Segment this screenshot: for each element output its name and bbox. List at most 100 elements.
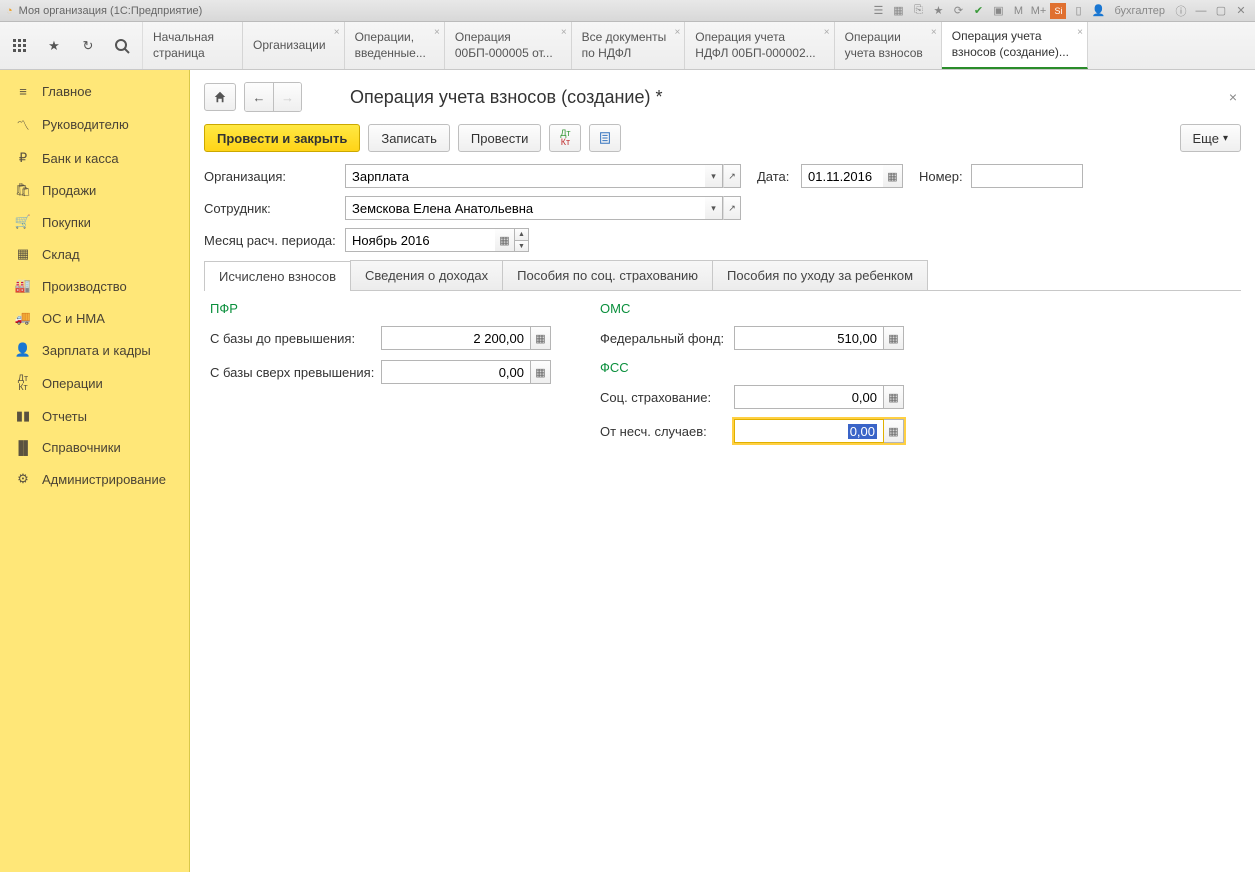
apps-icon[interactable]: [8, 34, 32, 58]
date-field[interactable]: ▦: [801, 164, 903, 188]
spin-down-icon[interactable]: ▼: [515, 240, 529, 252]
tab-organizations[interactable]: Организации×: [243, 22, 345, 69]
employee-input[interactable]: [345, 196, 705, 220]
open-ref-icon[interactable]: ↗: [723, 196, 741, 220]
sys-icon[interactable]: ⎘: [910, 3, 926, 19]
nav-warehouse[interactable]: ▦Склад: [0, 238, 189, 270]
calendar-icon[interactable]: ▦: [883, 164, 903, 188]
page-toolbar: ← → Операция учета взносов (создание) * …: [204, 82, 1241, 112]
nav-operations[interactable]: ДтКтОперации: [0, 366, 189, 400]
forward-button[interactable]: →: [273, 83, 301, 111]
accident-field-focused[interactable]: 0,00 ▦: [734, 419, 904, 443]
org-combo[interactable]: ▾ ↗: [345, 164, 741, 188]
nav-bank[interactable]: ₽Банк и касса: [0, 142, 189, 174]
base-before-input[interactable]: [381, 326, 531, 350]
soc-ins-input[interactable]: [734, 385, 884, 409]
sys-icon[interactable]: ▣: [990, 3, 1006, 19]
save-button[interactable]: Записать: [368, 124, 450, 152]
nav-main[interactable]: ≡Главное: [0, 76, 189, 107]
nav-hr[interactable]: 👤Зарплата и кадры: [0, 334, 189, 366]
minimize-icon[interactable]: —: [1193, 3, 1209, 19]
dtkt-icon: ДтКт: [14, 374, 32, 392]
sys-icon[interactable]: M+: [1030, 3, 1046, 19]
panel-close-button[interactable]: ×: [1225, 85, 1241, 109]
system-title-bar: ◔ Моя организация (1С:Предприятие) ☰ ▦ ⎘…: [0, 0, 1255, 22]
calculator-icon[interactable]: ▦: [531, 326, 551, 350]
app-logo-icon: ◔: [6, 5, 13, 17]
tab-close-icon[interactable]: ×: [334, 26, 340, 39]
tab-operation-00bp5[interactable]: Операция00БП-000005 от...×: [445, 22, 572, 69]
history-icon[interactable]: ↻: [76, 34, 100, 58]
tab-close-icon[interactable]: ×: [561, 26, 567, 39]
sys-icon[interactable]: Si: [1050, 3, 1066, 19]
number-input[interactable]: [971, 164, 1083, 188]
tab-close-icon[interactable]: ×: [434, 26, 440, 39]
spin-up-icon[interactable]: ▲: [515, 228, 529, 240]
calculator-icon[interactable]: ▦: [531, 360, 551, 384]
base-over-input[interactable]: [381, 360, 531, 384]
nav-directories[interactable]: ▐▌Справочники: [0, 432, 189, 463]
open-ref-icon[interactable]: ↗: [723, 164, 741, 188]
factory-icon: 🏭: [14, 278, 32, 294]
dropdown-icon[interactable]: ▾: [705, 196, 723, 220]
tab-close-icon[interactable]: ×: [674, 26, 680, 39]
nav-manager[interactable]: 〽Руководителю: [0, 107, 189, 142]
sys-icon[interactable]: ▦: [890, 3, 906, 19]
bars-icon: ▮▮: [14, 408, 32, 424]
subtab-childcare[interactable]: Пособия по уходу за ребенком: [712, 260, 928, 290]
tab-close-icon[interactable]: ×: [824, 26, 830, 39]
tab-contrib-create[interactable]: Операция учетавзносов (создание)...×: [942, 22, 1088, 69]
dtkt-button[interactable]: ДтКт: [549, 124, 581, 152]
nav-sales[interactable]: 🛍Продажи: [0, 174, 189, 206]
post-button[interactable]: Провести: [458, 124, 542, 152]
nav-reports[interactable]: ▮▮Отчеты: [0, 400, 189, 432]
tab-content: ПФР С базы до превышения: ▦ С базы сверх…: [204, 291, 1241, 463]
document-button[interactable]: [589, 124, 621, 152]
org-input[interactable]: [345, 164, 705, 188]
fed-fund-input[interactable]: [734, 326, 884, 350]
tab-ndfl-docs[interactable]: Все документыпо НДФЛ×: [572, 22, 686, 69]
close-icon[interactable]: ✕: [1233, 3, 1249, 19]
employee-combo[interactable]: ▾ ↗: [345, 196, 741, 220]
nav-purchases[interactable]: 🛒Покупки: [0, 206, 189, 238]
tab-contrib-ops[interactable]: Операцииучета взносов×: [835, 22, 942, 69]
tab-operations-entered[interactable]: Операции,введенные...×: [345, 22, 445, 69]
more-button[interactable]: Еще: [1180, 124, 1241, 152]
sys-icon[interactable]: M: [1010, 3, 1026, 19]
sys-icon[interactable]: ▯: [1070, 3, 1086, 19]
subtab-social-benefits[interactable]: Пособия по соц. страхованию: [502, 260, 713, 290]
home-button[interactable]: [204, 83, 236, 111]
nav-assets[interactable]: 🚚ОС и НМА: [0, 302, 189, 334]
tab-start-page[interactable]: Начальнаястраница: [143, 22, 243, 69]
dropdown-icon[interactable]: ▾: [705, 164, 723, 188]
calculator-icon[interactable]: ▦: [884, 419, 904, 443]
tab-ndfl-00bp2[interactable]: Операция учетаНДФЛ 00БП-000002...×: [685, 22, 834, 69]
sys-icon[interactable]: ☰: [870, 3, 886, 19]
tab-close-icon[interactable]: ×: [931, 26, 937, 39]
nav-production[interactable]: 🏭Производство: [0, 270, 189, 302]
star-icon[interactable]: ★: [42, 34, 66, 58]
subtab-income[interactable]: Сведения о доходах: [350, 260, 503, 290]
maximize-icon[interactable]: ▢: [1213, 3, 1229, 19]
sys-icon[interactable]: ✔: [970, 3, 986, 19]
chart-icon: 〽: [14, 115, 32, 134]
nav-admin[interactable]: ⚙Администрирование: [0, 463, 189, 495]
date-input[interactable]: [801, 164, 883, 188]
period-input[interactable]: [345, 228, 495, 252]
accident-input[interactable]: 0,00: [734, 419, 884, 443]
calculator-icon[interactable]: ▦: [884, 385, 904, 409]
sys-icon[interactable]: ⟳: [950, 3, 966, 19]
user-icon[interactable]: 👤: [1090, 3, 1106, 19]
period-field[interactable]: ▦ ▲ ▼: [345, 228, 529, 252]
calculator-icon[interactable]: ▦: [884, 326, 904, 350]
back-button[interactable]: ←: [245, 83, 273, 111]
post-and-close-button[interactable]: Провести и закрыть: [204, 124, 360, 152]
subtab-calculated[interactable]: Исчислено взносов: [204, 261, 351, 291]
search-icon[interactable]: [110, 34, 134, 58]
info-icon[interactable]: ⓘ: [1173, 3, 1189, 19]
user-name: бухгалтер: [1110, 3, 1169, 19]
sys-icon[interactable]: ★: [930, 3, 946, 19]
period-label: Месяц расч. периода:: [204, 233, 339, 248]
tab-close-icon[interactable]: ×: [1077, 26, 1083, 39]
calendar-icon[interactable]: ▦: [495, 228, 515, 252]
